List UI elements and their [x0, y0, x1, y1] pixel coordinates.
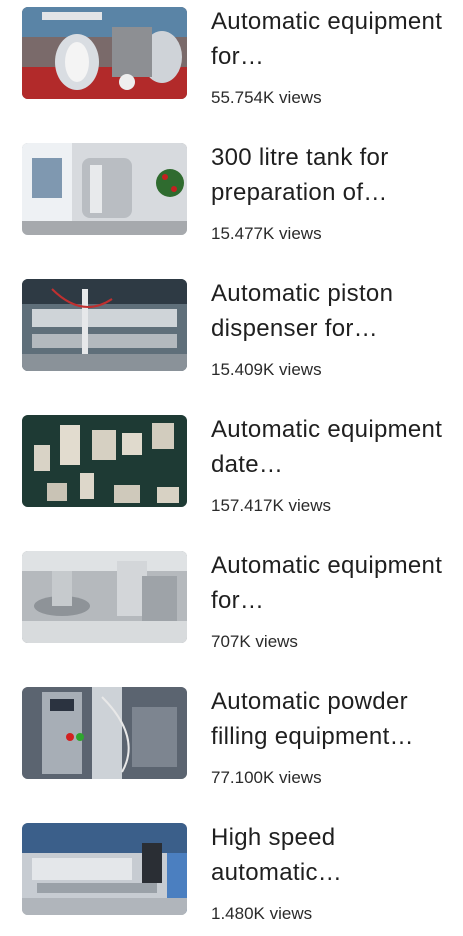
- high-speed-line-thumbnail: [22, 823, 187, 915]
- video-item[interactable]: Automatic powder filling equipment… 77.1…: [0, 680, 463, 800]
- video-thumbnail[interactable]: [22, 823, 187, 915]
- video-list: Automatic equipment for… 55.754K views 3…: [0, 0, 463, 927]
- piston-dispenser-thumbnail: [22, 279, 187, 371]
- view-count: 15.477K views: [211, 224, 322, 243]
- video-title[interactable]: Automatic powder filling equipment…: [211, 684, 456, 754]
- view-count: 157.417K views: [211, 496, 332, 515]
- video-title[interactable]: 300 litre tank for preparation of…: [211, 140, 456, 210]
- view-count: 1.480K views: [211, 904, 313, 923]
- view-count: 55.754K views: [211, 88, 322, 107]
- video-thumbnail[interactable]: [22, 687, 187, 779]
- video-thumbnail[interactable]: [22, 415, 187, 507]
- capsule-machine-thumbnail: [22, 551, 187, 643]
- video-title[interactable]: Automatic equipment for…: [211, 4, 456, 74]
- video-title[interactable]: High speed automatic…: [211, 820, 456, 890]
- video-title[interactable]: Automatic equipment date…: [211, 412, 456, 482]
- powder-filling-thumbnail: [22, 687, 187, 779]
- stainless-steel-hoppers-thumbnail: [22, 7, 187, 99]
- video-thumbnail[interactable]: [22, 143, 187, 235]
- view-count: 15.409K views: [211, 360, 322, 379]
- view-count: 77.100K views: [211, 768, 322, 787]
- video-title[interactable]: Automatic equipment for…: [211, 548, 456, 618]
- video-item[interactable]: Automatic equipment for… 55.754K views: [0, 0, 463, 120]
- video-item[interactable]: 300 litre tank for preparation of… 15.47…: [0, 136, 463, 256]
- mixing-tank-thumbnail: [22, 143, 187, 235]
- view-count: 707K views: [211, 632, 298, 651]
- video-title[interactable]: Automatic piston dispenser for…: [211, 276, 456, 346]
- video-item[interactable]: High speed automatic… 1.480K views: [0, 816, 463, 936]
- video-thumbnail[interactable]: [22, 551, 187, 643]
- video-item[interactable]: Automatic equipment date… 157.417K views: [0, 408, 463, 528]
- video-item[interactable]: Automatic equipment for… 707K views: [0, 544, 463, 664]
- video-thumbnail[interactable]: [22, 279, 187, 371]
- video-item[interactable]: Automatic piston dispenser for… 15.409K …: [0, 272, 463, 392]
- video-thumbnail[interactable]: [22, 7, 187, 99]
- date-coder-parts-thumbnail: [22, 415, 187, 507]
